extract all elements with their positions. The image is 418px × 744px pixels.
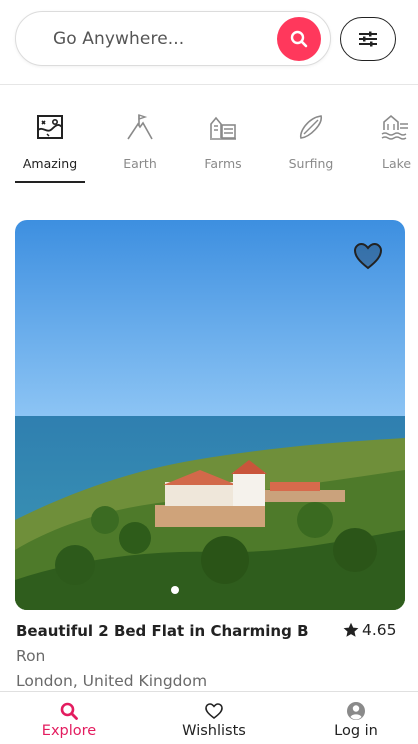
heart-icon: [205, 703, 223, 720]
category-label: Surfing: [288, 156, 334, 171]
listing-image[interactable]: [15, 220, 405, 610]
search-button[interactable]: [277, 17, 321, 61]
filter-button[interactable]: [340, 17, 396, 61]
star-icon: [343, 622, 359, 637]
nav-explore[interactable]: Explore: [9, 692, 129, 744]
map-icon: [37, 115, 63, 139]
category-label: Farms: [204, 156, 242, 171]
header: Go Anywhere...: [0, 0, 418, 85]
category-surfing[interactable]: Surfing: [281, 85, 341, 185]
bottom-nav: Explore Wishlists Log in: [0, 691, 418, 744]
nav-label: Explore: [41, 723, 97, 739]
category-amazing[interactable]: Amazing: [15, 85, 85, 185]
search-icon: [290, 30, 308, 48]
category-label: Earth: [123, 156, 157, 171]
listing-photo: [15, 220, 405, 610]
search-bar[interactable]: Go Anywhere...: [15, 11, 331, 66]
search-input[interactable]: Go Anywhere...: [53, 29, 184, 49]
wishlist-heart-icon[interactable]: [353, 242, 383, 270]
listing-location: London, United Kingdom: [16, 672, 208, 690]
category-label: Lake: [382, 156, 412, 171]
category-lake[interactable]: Lake: [378, 85, 418, 185]
listing-title[interactable]: Beautiful 2 Bed Flat in Charming B: [16, 622, 316, 640]
listing-host: Ron: [16, 647, 46, 665]
listing-rating: 4.65: [343, 621, 397, 639]
search-icon: [60, 702, 78, 720]
lake-icon: [381, 114, 408, 140]
nav-label: Log in: [334, 723, 378, 739]
nav-login[interactable]: Log in: [296, 692, 416, 744]
carousel-dot[interactable]: [171, 586, 179, 594]
nav-wishlists[interactable]: Wishlists: [154, 692, 274, 744]
category-earth[interactable]: Earth: [110, 85, 170, 185]
rating-value: 4.65: [362, 621, 397, 639]
surfboard-icon: [299, 115, 322, 139]
sliders-icon: [359, 31, 377, 47]
user-circle-icon: [347, 702, 365, 720]
farm-icon: [210, 116, 236, 140]
category-farms[interactable]: Farms: [193, 85, 253, 185]
mountain-flag-icon: [127, 114, 153, 140]
nav-label: Wishlists: [182, 723, 246, 739]
active-underline: [15, 181, 85, 183]
category-label: Amazing: [22, 156, 78, 171]
category-bar: Amazing Earth Farms Surfing Lake: [0, 85, 418, 185]
